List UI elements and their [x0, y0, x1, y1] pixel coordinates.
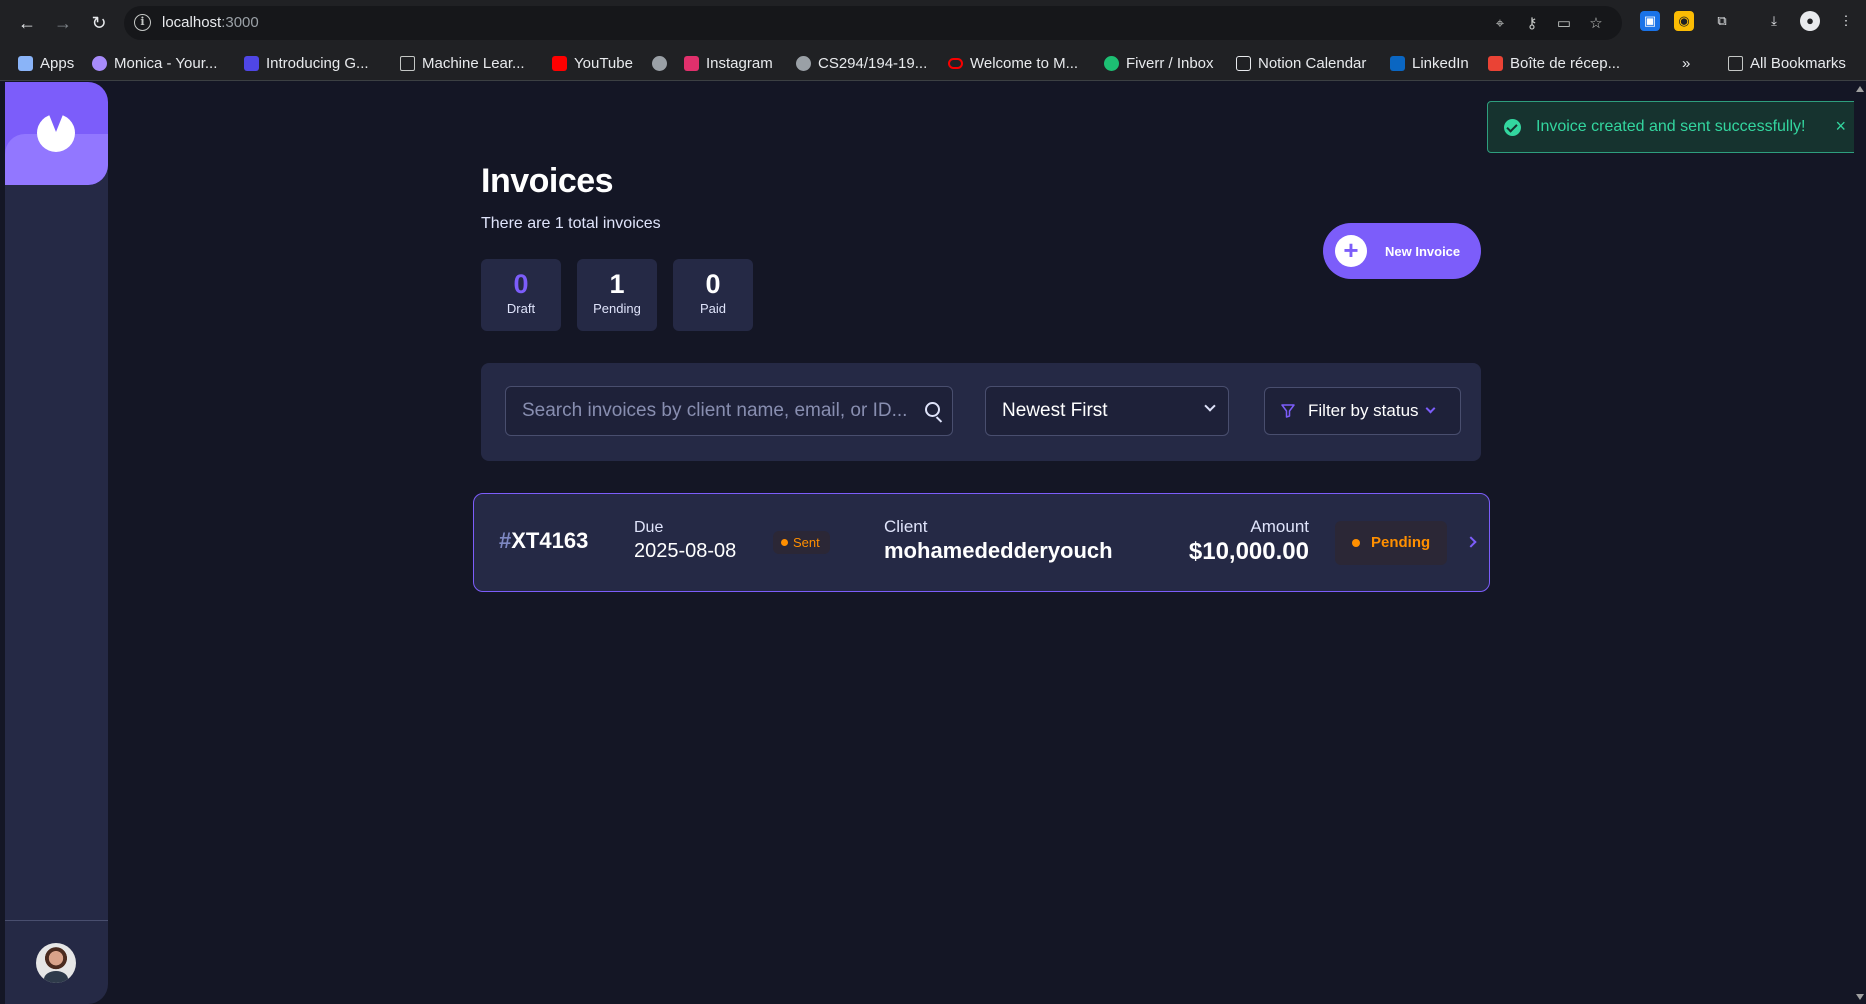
chevron-right-icon[interactable] — [1465, 536, 1477, 548]
stat-value: 0 — [513, 269, 529, 299]
url-text[interactable]: localhost:3000 — [162, 14, 259, 31]
new-invoice-label: New Invoice — [1385, 243, 1461, 259]
youtube-icon — [552, 55, 567, 71]
menu-kebab-icon[interactable]: ⋮ — [1836, 11, 1856, 31]
linkedin-icon — [1390, 55, 1405, 71]
search-input[interactable]: Search invoices by client name, email, o… — [505, 386, 953, 436]
chevron-down-icon — [1204, 400, 1216, 412]
close-icon[interactable]: × — [1835, 116, 1846, 137]
browser-toolbar: ← → ↻ i localhost:3000 ⌖ ⚷ ▭ ☆ ▣ ◉ ⧉ ⤓ ●… — [0, 0, 1866, 45]
page-subtitle: There are 1 total invoices — [481, 215, 661, 232]
sort-select[interactable]: Newest First — [985, 386, 1229, 436]
amount-label: Amount — [1250, 517, 1309, 536]
stat-value: 1 — [609, 269, 625, 299]
bookmark-star-icon[interactable]: ☆ — [1587, 15, 1605, 33]
search-icon — [925, 402, 940, 417]
page-title: Invoices — [481, 162, 614, 200]
check-circle-icon — [1504, 119, 1521, 136]
client-label: Client — [884, 517, 928, 536]
due-label: Due — [634, 519, 664, 536]
site-info-icon[interactable]: i — [134, 14, 151, 31]
gmail-icon — [1488, 55, 1503, 71]
all-bookmarks-button[interactable]: All Bookmarks — [1728, 53, 1846, 73]
invoice-row[interactable]: #XT4163 Due 2025-08-08 Sent Client moham… — [473, 493, 1490, 592]
extension-icon[interactable]: ◉ — [1674, 11, 1694, 31]
sort-selected: Newest First — [1002, 400, 1108, 421]
apps-grid-icon — [18, 55, 33, 71]
extensions-puzzle-icon[interactable]: ⧉ — [1712, 11, 1732, 31]
globe-icon — [652, 55, 667, 71]
forward-icon[interactable]: → — [50, 10, 76, 36]
amount-value: $10,000.00 — [1188, 538, 1309, 565]
gemini-icon — [244, 55, 259, 71]
key-icon[interactable]: ⚷ — [1523, 15, 1541, 33]
download-icon[interactable]: ⤓ — [1764, 11, 1784, 31]
status-badge: Pending — [1335, 521, 1447, 565]
new-invoice-button[interactable]: + New Invoice — [1323, 223, 1481, 279]
search-placeholder: Search invoices by client name, email, o… — [522, 400, 908, 421]
bookmark-globe[interactable] — [652, 53, 667, 73]
stat-label: Paid — [699, 301, 727, 316]
profile-avatar-icon[interactable]: ● — [1800, 11, 1820, 31]
due-date: 2025-08-08 — [634, 540, 737, 562]
bookmark-welcome[interactable]: Welcome to M... — [948, 53, 1078, 73]
install-app-icon[interactable]: ▭ — [1555, 15, 1573, 33]
toast-message: Invoice created and sent successfully! — [1536, 118, 1806, 135]
globe-icon — [796, 55, 811, 71]
instagram-icon — [684, 55, 699, 71]
stat-paid: 0 Paid — [673, 259, 753, 331]
filter-icon — [1281, 404, 1295, 418]
bookmark-linkedin[interactable]: LinkedIn — [1390, 53, 1469, 73]
bookmark-apps[interactable]: Apps — [18, 53, 74, 73]
avatar[interactable] — [36, 943, 76, 983]
bookmarks-overflow-button[interactable]: » — [1682, 53, 1690, 73]
reload-icon[interactable]: ↻ — [86, 10, 112, 36]
invoice-toolbar: Search invoices by client name, email, o… — [481, 363, 1481, 461]
scroll-up-icon[interactable] — [1856, 86, 1864, 92]
bookmark-gmail[interactable]: Boîte de récep... — [1488, 53, 1620, 73]
bookmark-introducing[interactable]: Introducing G... — [244, 53, 369, 73]
bookmark-monica[interactable]: Monica - Your... — [92, 53, 217, 73]
bookmark-cs294[interactable]: CS294/194-19... — [796, 53, 927, 73]
stat-pending: 1 Pending — [577, 259, 657, 331]
scroll-down-icon[interactable] — [1856, 994, 1864, 1000]
filter-status-button[interactable]: Filter by status — [1264, 387, 1461, 435]
sent-badge: Sent — [773, 531, 830, 554]
stat-label: Pending — [593, 301, 641, 316]
plus-icon: + — [1335, 235, 1367, 267]
notion-calendar-icon — [1236, 55, 1251, 71]
chevron-down-icon — [1425, 403, 1436, 414]
filter-label: Filter by status — [1308, 401, 1419, 420]
oracle-icon — [948, 57, 963, 69]
extension-icon[interactable]: ▣ — [1640, 11, 1660, 31]
bookmark-instagram[interactable]: Instagram — [684, 53, 773, 73]
bookmark-machine-learning[interactable]: Machine Lear... — [400, 53, 525, 73]
folder-icon — [400, 55, 415, 71]
success-toast: Invoice created and sent successfully! × — [1487, 101, 1859, 153]
client-name: mohamededderyouch — [884, 538, 1113, 563]
bookmark-fiverr[interactable]: Fiverr / Inbox — [1104, 53, 1214, 73]
bookmark-youtube[interactable]: YouTube — [552, 53, 633, 73]
app-root: Invoices There are 1 total invoices 0 Dr… — [5, 82, 1866, 1004]
address-bar[interactable]: i localhost:3000 ⌖ ⚷ ▭ ☆ — [124, 6, 1622, 40]
sidebar — [5, 82, 108, 1004]
stat-label: Draft — [506, 301, 536, 316]
fiverr-icon — [1104, 55, 1119, 71]
stat-value: 0 — [705, 269, 721, 299]
back-icon[interactable]: ← — [14, 10, 40, 36]
bookmarks-bar: Apps Monica - Your... Introducing G... M… — [0, 45, 1866, 81]
location-icon[interactable]: ⌖ — [1491, 15, 1509, 33]
logo-icon — [37, 114, 75, 152]
sidebar-divider — [5, 920, 108, 921]
logo[interactable] — [5, 82, 108, 185]
scrollbar[interactable] — [1854, 82, 1866, 1004]
folder-icon — [1728, 55, 1743, 71]
bookmark-notion-calendar[interactable]: Notion Calendar — [1236, 53, 1366, 73]
stat-draft: 0 Draft — [481, 259, 561, 331]
monica-icon — [92, 55, 107, 71]
invoice-id: #XT4163 — [499, 528, 589, 553]
